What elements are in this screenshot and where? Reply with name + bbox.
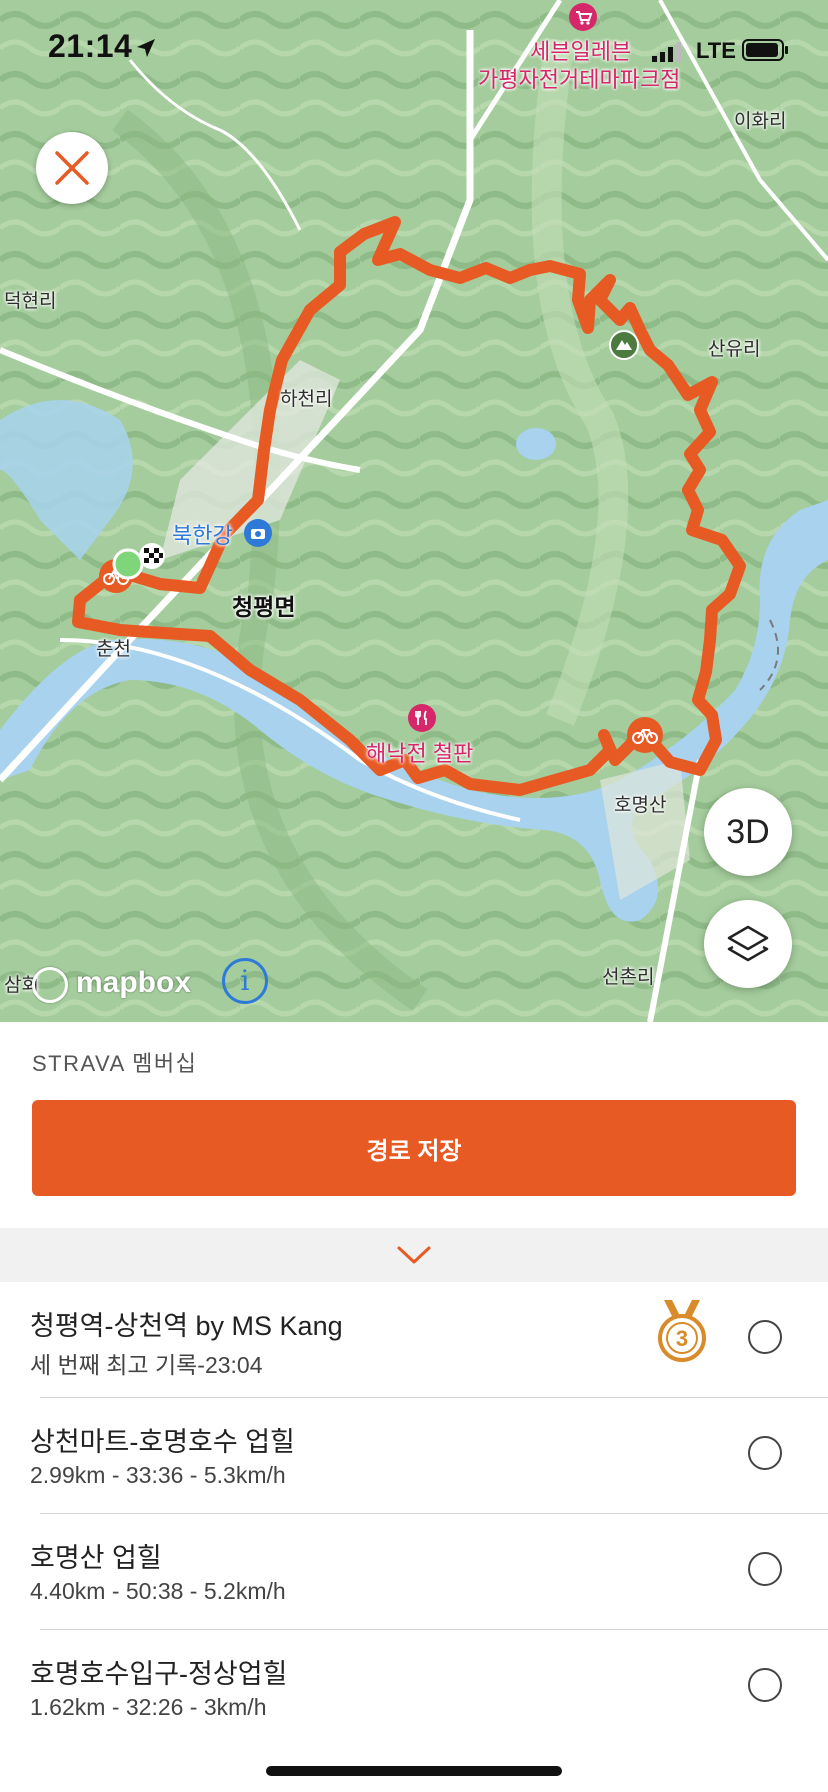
bike-icon[interactable]	[626, 716, 664, 754]
segment-row[interactable]: 호명호수입구-정상업힐 1.62km - 32:26 - 3km/h	[0, 1630, 828, 1746]
segment-detail: 2.99km - 33:36 - 5.3km/h	[30, 1462, 286, 1488]
segment-radio[interactable]	[748, 1668, 782, 1702]
mapbox-logo-icon	[32, 967, 68, 1003]
location-arrow-icon	[137, 39, 155, 57]
segment-detail: 4.40km - 50:38 - 5.2km/h	[30, 1578, 286, 1604]
medal-rank: 3	[676, 1326, 688, 1351]
close-icon	[55, 151, 89, 185]
battery-icon	[742, 39, 788, 61]
place-label-sanyu-ri: 산유리	[708, 339, 761, 360]
place-label-homyeongsan: 호명산	[614, 795, 667, 816]
segment-radio[interactable]	[748, 1436, 782, 1470]
close-button[interactable]	[36, 132, 108, 204]
layers-icon	[727, 925, 769, 962]
status-bar: 21:14 LTE	[0, 28, 828, 72]
route-line	[72, 216, 746, 796]
network-type: LTE	[696, 38, 736, 63]
segment-row[interactable]: 청평역-상천역 by MS Kang 세 번째 최고 기록-23:04 3	[0, 1282, 828, 1398]
camera-icon[interactable]	[243, 518, 273, 548]
collapse-handle[interactable]	[0, 1228, 828, 1282]
membership-label: STRAVA 멤버십	[32, 1051, 198, 1076]
save-route-button[interactable]: 경로 저장	[32, 1100, 796, 1196]
segment-detail: 1.62km - 32:26 - 3km/h	[30, 1694, 267, 1720]
chevron-down-icon	[397, 1246, 431, 1264]
start-finish-markers	[112, 543, 165, 580]
place-label-deokhyeon-ri: 덕현리	[4, 291, 57, 312]
start-marker-icon	[112, 548, 144, 580]
finish-flag-icon	[139, 543, 165, 569]
place-label-hacheon-ri: 하천리	[280, 389, 333, 410]
place-label-cheongpyeong-myeon: 청평면	[232, 594, 296, 620]
map-layers-button[interactable]	[704, 900, 792, 988]
segment-name: 청평역-상천역 by MS Kang	[30, 1311, 343, 1341]
place-label-ihwa-ri: 이화리	[734, 111, 787, 132]
segment-radio[interactable]	[748, 1552, 782, 1586]
info-icon[interactable]: i	[222, 958, 268, 1004]
status-time: 21:14	[48, 28, 133, 64]
segment-row[interactable]: 호명산 업힐 4.40km - 50:38 - 5.2km/h	[0, 1514, 828, 1630]
segment-radio[interactable]	[748, 1320, 782, 1354]
mapbox-attribution[interactable]: mapbox	[76, 966, 191, 1000]
3d-toggle-button[interactable]: 3D	[704, 788, 792, 876]
place-label-chuncheon: 춘천	[96, 639, 131, 660]
signal-icon	[652, 42, 681, 62]
medal-icon: 3	[658, 1300, 706, 1362]
place-label-seonchon-ri: 선촌리	[602, 967, 655, 988]
poi-label-restaurant[interactable]: 해낙전 철판	[366, 736, 473, 768]
segment-name: 호명산 업힐	[30, 1543, 162, 1573]
segment-name: 상천마트-호명호수 업힐	[30, 1427, 295, 1457]
home-indicator[interactable]	[266, 1766, 562, 1776]
segment-name: 호명호수입구-정상업힐	[30, 1659, 288, 1689]
peak-icon[interactable]	[609, 330, 639, 360]
place-label-bukhangang[interactable]: 북한강	[172, 518, 233, 550]
segment-detail: 세 번째 최고 기록-23:04	[30, 1352, 263, 1378]
route-map[interactable]: 세븐일레븐 가평자전거테마파크점 이화리 덕현리 산유리 하천리 북한강 청평면…	[0, 0, 828, 1022]
restaurant-icon[interactable]	[407, 703, 437, 733]
segment-row[interactable]: 상천마트-호명호수 업힐 2.99km - 33:36 - 5.3km/h	[0, 1398, 828, 1514]
